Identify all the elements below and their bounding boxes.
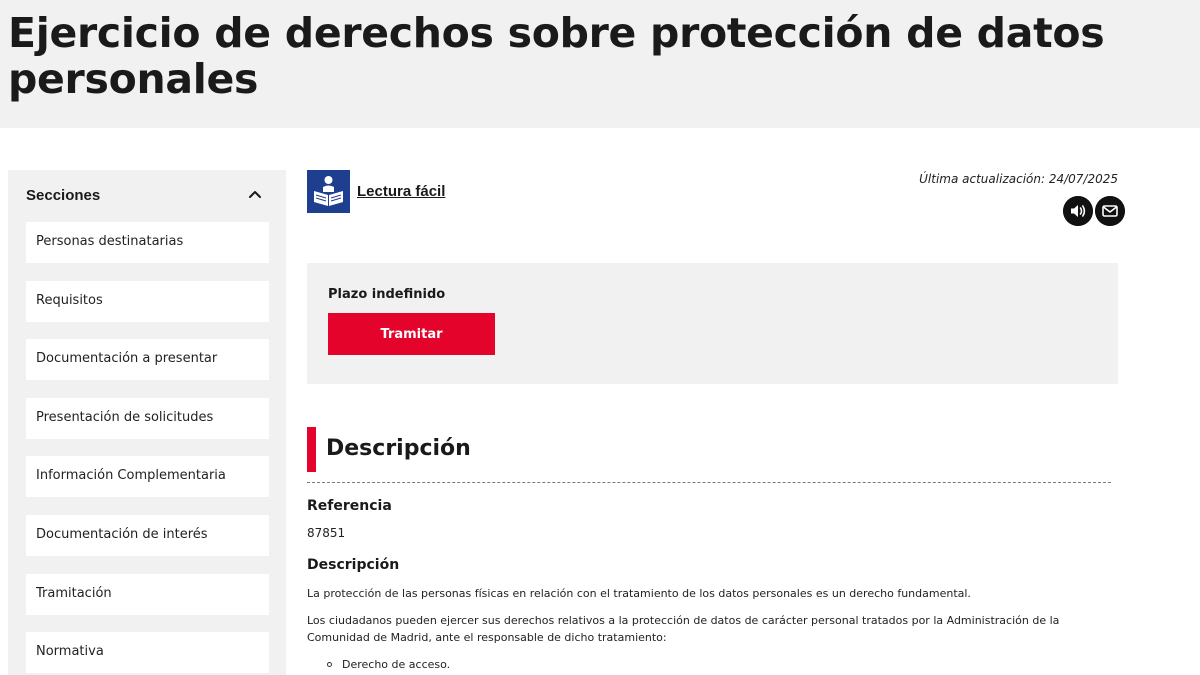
easy-read-link[interactable]: Lectura fácil bbox=[357, 183, 445, 200]
description-paragraph-line: Comunidad de Madrid, ante el responsable… bbox=[307, 631, 667, 644]
sidebar-item-presentacion-de-solicitudes[interactable]: Presentación de solicitudes bbox=[26, 398, 269, 439]
page-title: Ejercicio de derechos sobre protección d… bbox=[8, 9, 1105, 103]
reference-value: 87851 bbox=[307, 526, 346, 540]
sidebar-item-label: Tramitación bbox=[36, 586, 112, 601]
reference-heading: Referencia bbox=[307, 498, 392, 514]
tramitar-button[interactable]: Tramitar bbox=[328, 313, 495, 355]
easy-read-icon bbox=[307, 170, 350, 213]
last-updated: Última actualización: 24/07/2025 bbox=[919, 172, 1118, 186]
description-paragraph-line: Los ciudadanos pueden ejercer sus derech… bbox=[307, 614, 1060, 627]
sidebar-item-label: Normativa bbox=[36, 644, 104, 659]
sidebar-item-requisitos[interactable]: Requisitos bbox=[26, 281, 269, 322]
sections-sidebar: Secciones Personas destinatarias Requisi… bbox=[8, 170, 286, 675]
sidebar-item-personas-destinatarias[interactable]: Personas destinatarias bbox=[26, 222, 269, 263]
sidebar-item-informacion-complementaria[interactable]: Información Complementaria bbox=[26, 456, 269, 497]
sidebar-item-label: Presentación de solicitudes bbox=[36, 410, 214, 425]
chevron-up-icon[interactable] bbox=[246, 186, 264, 204]
page-header: Ejercicio de derechos sobre protección d… bbox=[0, 0, 1200, 128]
sidebar-item-documentacion-a-presentar[interactable]: Documentación a presentar bbox=[26, 339, 269, 380]
sidebar-item-label: Información Complementaria bbox=[36, 468, 226, 483]
sidebar-item-label: Personas destinatarias bbox=[36, 234, 184, 249]
envelope-icon[interactable] bbox=[1095, 196, 1125, 226]
section-accent-bar bbox=[307, 427, 316, 472]
list-item: Derecho de acceso. bbox=[342, 658, 451, 671]
procedure-box: Plazo indefinido Tramitar bbox=[307, 263, 1118, 384]
speaker-icon[interactable] bbox=[1063, 196, 1093, 226]
sidebar-title: Secciones bbox=[26, 187, 101, 204]
bullet-marker bbox=[327, 662, 332, 667]
term-label: Plazo indefinido bbox=[328, 287, 446, 302]
section-title: Descripción bbox=[326, 436, 471, 461]
sidebar-item-label: Documentación de interés bbox=[36, 527, 208, 542]
sidebar-item-normativa[interactable]: Normativa bbox=[26, 632, 269, 673]
sidebar-item-label: Requisitos bbox=[36, 293, 103, 308]
description-paragraph: La protección de las personas físicas en… bbox=[307, 587, 971, 600]
section-divider bbox=[307, 482, 1111, 483]
sidebar-item-tramitacion[interactable]: Tramitación bbox=[26, 574, 269, 615]
sidebar-header[interactable]: Secciones bbox=[8, 170, 286, 222]
sidebar-item-documentacion-de-interes[interactable]: Documentación de interés bbox=[26, 515, 269, 556]
sidebar-item-label: Documentación a presentar bbox=[36, 351, 218, 366]
description-heading: Descripción bbox=[307, 557, 400, 573]
